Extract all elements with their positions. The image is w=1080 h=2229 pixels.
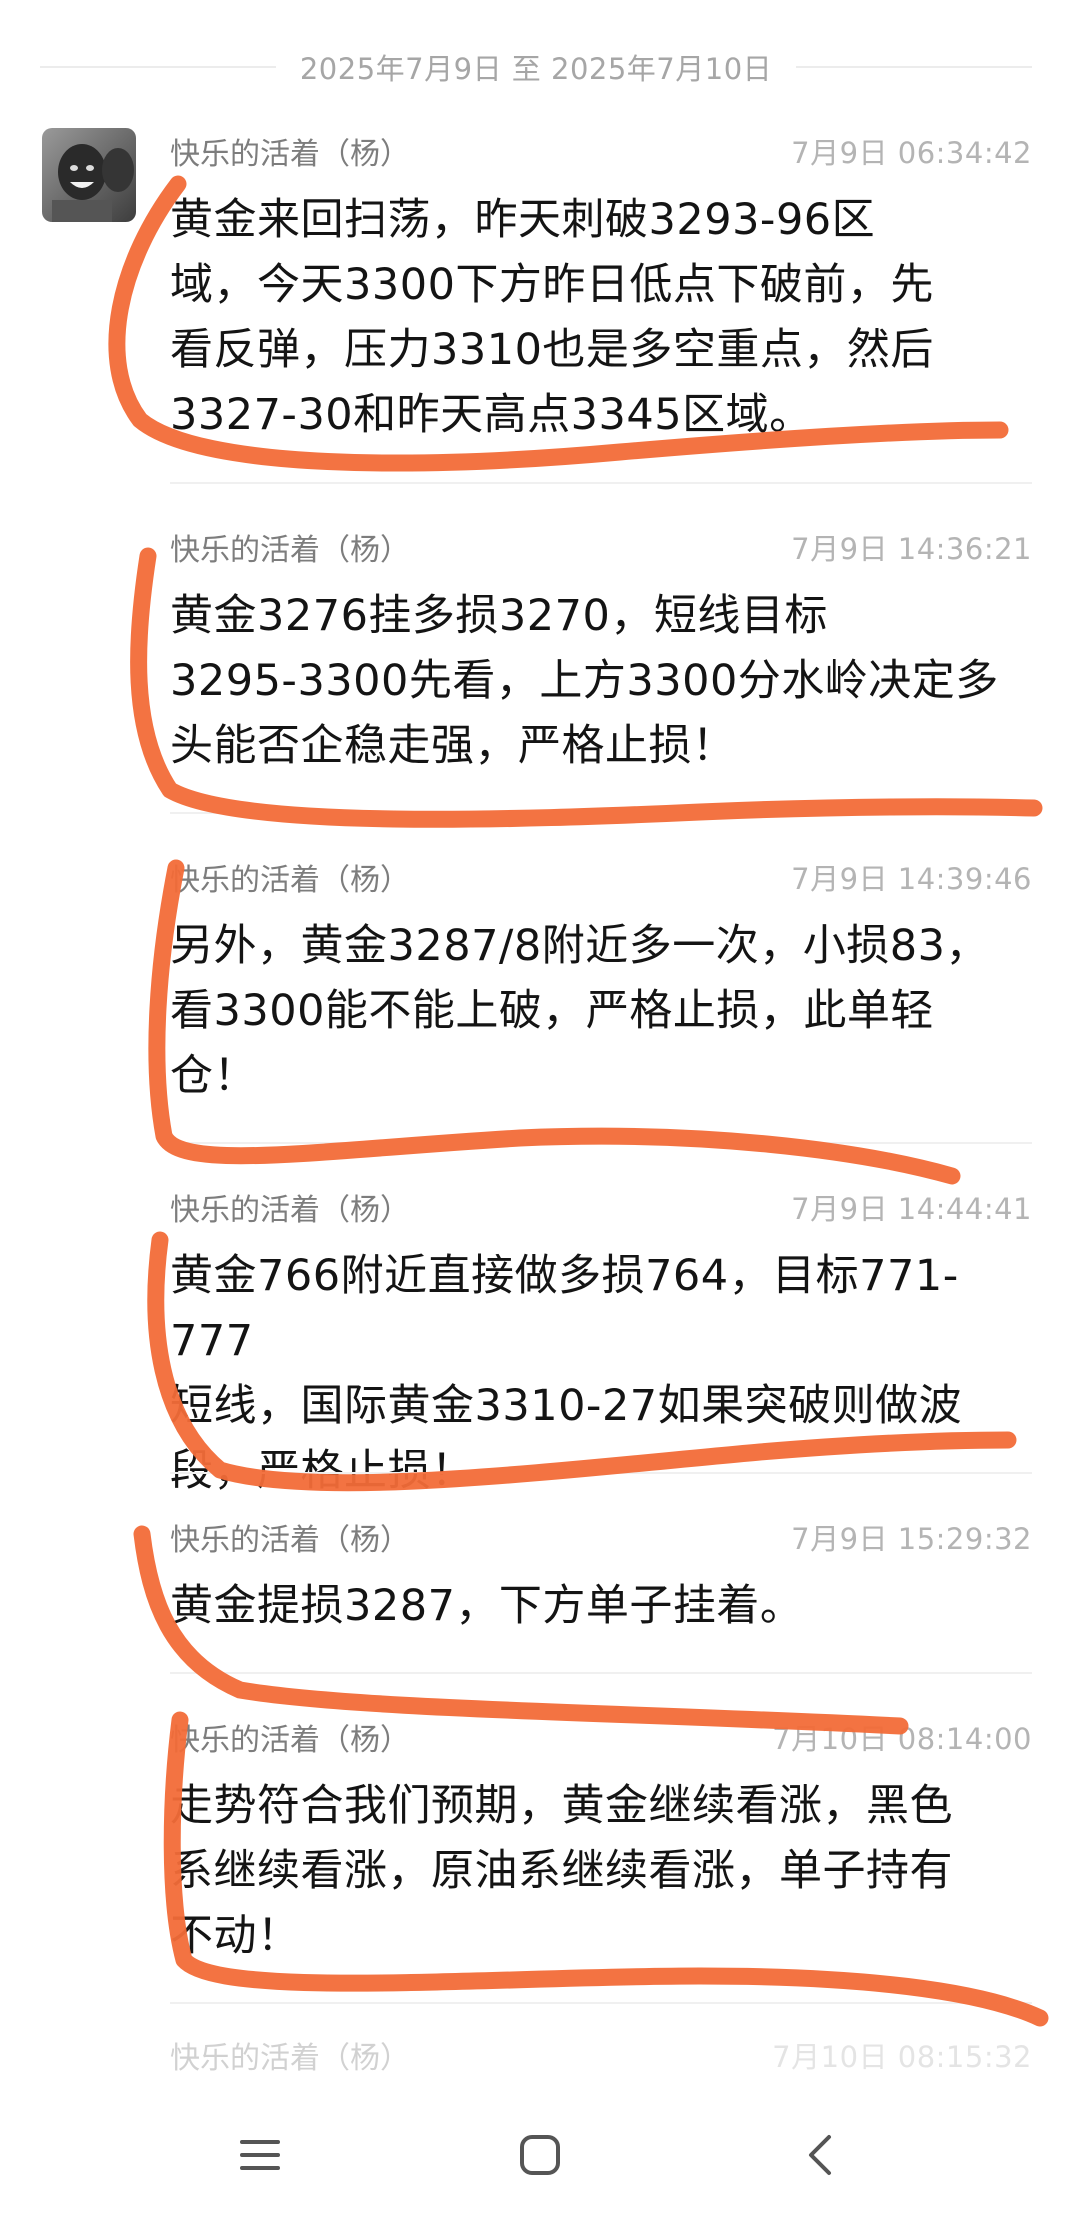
message-divider: [170, 1142, 1032, 1144]
message-text: 走势符合我们预期，黄金继续看涨，黑色 系继续看涨，原油系继续看涨，单子持有 不动…: [170, 1781, 953, 1961]
back-button[interactable]: [775, 2110, 865, 2200]
message-1[interactable]: 快乐的活着（杨） 7月9日 06:34:42 黄金来回扫荡，昨天刺破3293-9…: [170, 128, 1032, 448]
message-author: 快乐的活着（杨）: [170, 863, 410, 898]
date-range-header: 2025年7月9日 至 2025年7月10日: [40, 44, 1033, 90]
message-author: 快乐的活着（杨）: [170, 1723, 410, 1758]
message-text: 黄金来回扫荡，昨天刺破3293-96区 域，今天3300下方昨日低点下破前，先 …: [170, 195, 934, 440]
message-author: 快乐的活着（杨）: [170, 1193, 410, 1228]
message-divider: [170, 482, 1032, 484]
message-text: 黄金3276挂多损3270，短线目标 3295-3300先看，上方3300分水岭…: [170, 591, 999, 771]
avatar-photo-icon: [42, 128, 136, 222]
message-5[interactable]: 快乐的活着（杨） 7月9日 15:29:32 黄金提损3287，下方单子挂着。: [170, 1514, 1032, 1639]
message-time: 7月9日 14:39:46: [791, 862, 1032, 896]
system-navigation-bar: [0, 2080, 1080, 2229]
message-text: 另外，黄金3287/8附近多一次，小损83， 看3300能不能上破，严格止损，此…: [170, 921, 989, 1101]
message-time: 7月10日 08:15:32: [772, 2040, 1032, 2074]
message-author: 快乐的活着（杨）: [170, 533, 410, 568]
menu-button[interactable]: [215, 2110, 305, 2200]
message-author: 快乐的活着（杨）: [170, 2041, 410, 2076]
date-range-label: 2025年7月9日 至 2025年7月10日: [299, 52, 773, 86]
message-author: 快乐的活着（杨）: [170, 137, 410, 172]
message-text: 黄金提损3287，下方单子挂着。: [170, 1581, 804, 1631]
message-time: 7月9日 15:29:32: [791, 1522, 1032, 1556]
divider-right: [796, 66, 1033, 68]
divider-left: [40, 66, 276, 68]
message-divider: [170, 1672, 1032, 1674]
home-square-icon: [520, 2134, 560, 2175]
message-author: 快乐的活着（杨）: [170, 1523, 410, 1558]
message-divider: [170, 2002, 1032, 2004]
message-divider: [170, 812, 1032, 814]
avatar[interactable]: [42, 128, 136, 222]
message-text: 黄金766附近直接做多损764，目标771-777 短线，国际黄金3310-27…: [170, 1251, 963, 1496]
message-4[interactable]: 快乐的活着（杨） 7月9日 14:44:41 黄金766附近直接做多损764，目…: [170, 1184, 1032, 1504]
message-7[interactable]: 快乐的活着（杨） 7月10日 08:15:32: [170, 2032, 1032, 2078]
message-divider: [170, 1472, 1032, 1474]
home-button[interactable]: [495, 2110, 585, 2200]
message-3[interactable]: 快乐的活着（杨） 7月9日 14:39:46 另外，黄金3287/8附近多一次，…: [170, 854, 1032, 1109]
menu-icon: [240, 2139, 280, 2170]
message-time: 7月9日 14:44:41: [791, 1192, 1032, 1226]
message-6[interactable]: 快乐的活着（杨） 7月10日 08:14:00 走势符合我们预期，黄金继续看涨，…: [170, 1714, 1032, 1969]
message-time: 7月9日 14:36:21: [791, 532, 1032, 566]
message-2[interactable]: 快乐的活着（杨） 7月9日 14:36:21 黄金3276挂多损3270，短线目…: [170, 524, 1032, 779]
back-chevron-icon: [809, 2134, 831, 2175]
message-time: 7月9日 06:34:42: [791, 136, 1032, 170]
message-time: 7月10日 08:14:00: [772, 1722, 1032, 1756]
